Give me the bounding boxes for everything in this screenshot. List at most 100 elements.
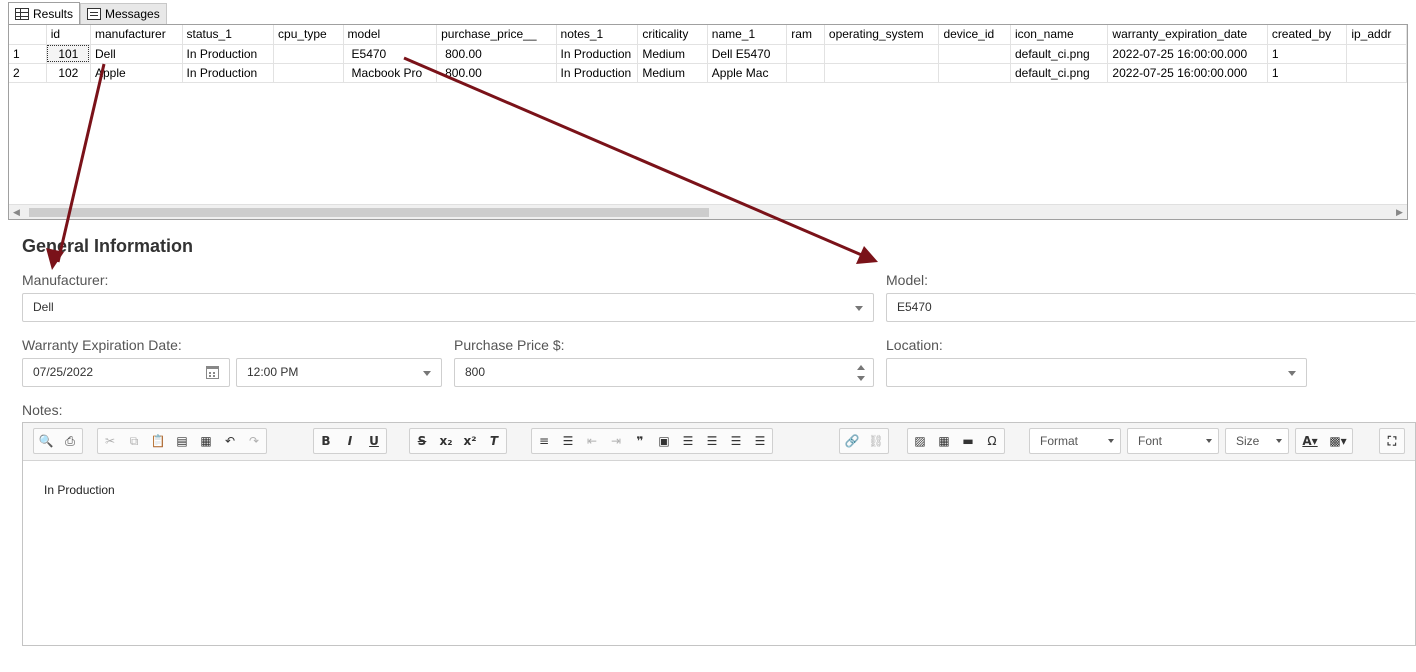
- paste-icon[interactable]: 📋: [146, 429, 170, 453]
- text-color-icon[interactable]: A▾: [1296, 429, 1324, 453]
- table-cell[interactable]: default_ci.png: [1010, 63, 1109, 83]
- column-header-name[interactable]: name_1: [707, 25, 788, 45]
- decrease-indent-icon[interactable]: ⇤: [580, 429, 604, 453]
- numbered-list-icon[interactable]: ≡: [532, 429, 556, 453]
- model-input[interactable]: E5470: [886, 293, 1416, 322]
- special-character-icon[interactable]: Ω: [980, 429, 1004, 453]
- column-header-icon-name[interactable]: icon_name: [1010, 25, 1109, 45]
- background-color-icon[interactable]: ▩▾: [1324, 429, 1352, 453]
- column-header-cpu-type[interactable]: cpu_type: [273, 25, 344, 45]
- column-header-operating-system[interactable]: operating_system: [824, 25, 940, 45]
- paste-text-icon[interactable]: ▤: [170, 429, 194, 453]
- manufacturer-select[interactable]: Dell: [22, 293, 874, 322]
- print-icon[interactable]: ⎙: [58, 429, 82, 453]
- increase-indent-icon[interactable]: ⇥: [604, 429, 628, 453]
- table-cell[interactable]: In Production: [556, 44, 639, 64]
- table-cell[interactable]: 101: [46, 44, 91, 64]
- table-cell[interactable]: Apple Mac: [707, 63, 788, 83]
- table-cell[interactable]: 2022-07-25 16:00:00.000: [1107, 44, 1268, 64]
- table-cell[interactable]: 800.00: [436, 44, 557, 64]
- paste-word-icon[interactable]: ▦: [194, 429, 218, 453]
- table-cell[interactable]: [1346, 63, 1407, 83]
- table-cell[interactable]: [938, 63, 1011, 83]
- purchase-price-input[interactable]: 800: [454, 358, 874, 387]
- column-header[interactable]: [9, 25, 47, 45]
- table-cell[interactable]: In Production: [556, 63, 639, 83]
- copy-icon[interactable]: ⧉: [122, 429, 146, 453]
- image-icon[interactable]: ▨: [908, 429, 932, 453]
- warranty-date-input[interactable]: 07/25/2022: [22, 358, 230, 387]
- scroll-right-icon[interactable]: ▶: [1392, 205, 1407, 219]
- strikethrough-icon[interactable]: S: [410, 429, 434, 453]
- superscript-icon[interactable]: x²: [458, 429, 482, 453]
- table-cell[interactable]: [273, 63, 344, 83]
- table-cell[interactable]: [786, 63, 825, 83]
- table-cell[interactable]: 1: [1267, 44, 1348, 64]
- column-header-criticality[interactable]: criticality: [637, 25, 708, 45]
- column-header-ram[interactable]: ram: [786, 25, 825, 45]
- number-spinner-icon[interactable]: [857, 363, 865, 383]
- row-number[interactable]: 2: [9, 63, 47, 83]
- table-cell[interactable]: E5470: [343, 44, 438, 64]
- column-header-notes[interactable]: notes_1: [556, 25, 639, 45]
- blockquote-icon[interactable]: ❞: [628, 429, 652, 453]
- create-div-icon[interactable]: ▣: [652, 429, 676, 453]
- location-select[interactable]: [886, 358, 1307, 387]
- remove-format-icon[interactable]: T: [482, 429, 506, 453]
- scroll-left-icon[interactable]: ◀: [9, 205, 24, 219]
- table-cell[interactable]: 800.00: [436, 63, 557, 83]
- editor-content[interactable]: In Production: [44, 483, 115, 497]
- undo-icon[interactable]: ↶: [218, 429, 242, 453]
- underline-icon[interactable]: U: [362, 429, 386, 453]
- table-cell[interactable]: [786, 44, 825, 64]
- column-header-device-id[interactable]: device_id: [938, 25, 1011, 45]
- cut-icon[interactable]: ✂: [98, 429, 122, 453]
- row-number[interactable]: 1: [9, 44, 47, 64]
- table-cell[interactable]: Macbook Pro: [343, 63, 438, 83]
- preview-icon[interactable]: 🔍: [34, 429, 58, 453]
- table-row[interactable]: 1 101 Dell In Production E5470 800.00 In…: [9, 44, 1407, 64]
- table-cell[interactable]: Medium: [637, 63, 708, 83]
- column-header-manufacturer[interactable]: manufacturer: [90, 25, 183, 45]
- font-dropdown[interactable]: Font: [1127, 428, 1219, 454]
- notes-editor[interactable]: 🔍 ⎙ ✂ ⧉ 📋 ▤ ▦ ↶ ↷ B I U S x₂ x² T ≡ ☰ ⇤ …: [22, 422, 1416, 646]
- size-dropdown[interactable]: Size: [1225, 428, 1289, 454]
- align-right-icon[interactable]: ☰: [724, 429, 748, 453]
- table-cell[interactable]: 102: [46, 63, 91, 83]
- bold-icon[interactable]: B: [314, 429, 338, 453]
- column-header-model[interactable]: model: [343, 25, 438, 45]
- column-header-warranty-expiration-date[interactable]: warranty_expiration_date: [1107, 25, 1268, 45]
- table-cell[interactable]: 1: [1267, 63, 1348, 83]
- bulleted-list-icon[interactable]: ☰: [556, 429, 580, 453]
- table-cell[interactable]: Medium: [637, 44, 708, 64]
- table-icon[interactable]: ▦: [932, 429, 956, 453]
- column-header-id[interactable]: id: [46, 25, 91, 45]
- warranty-time-select[interactable]: 12:00 PM: [236, 358, 442, 387]
- table-cell[interactable]: default_ci.png: [1010, 44, 1109, 64]
- table-cell[interactable]: [824, 63, 940, 83]
- table-cell[interactable]: [824, 44, 940, 64]
- maximize-icon[interactable]: ⛶: [1380, 429, 1404, 453]
- unlink-icon[interactable]: ⛓: [864, 429, 888, 453]
- align-center-icon[interactable]: ☰: [700, 429, 724, 453]
- horizontal-scrollbar[interactable]: ◀ ▶: [9, 204, 1407, 219]
- table-row[interactable]: 2 102 Apple In Production Macbook Pro 80…: [9, 63, 1407, 83]
- subscript-icon[interactable]: x₂: [434, 429, 458, 453]
- column-header-status[interactable]: status_1: [182, 25, 275, 45]
- format-dropdown[interactable]: Format: [1029, 428, 1121, 454]
- table-cell[interactable]: Dell: [90, 44, 183, 64]
- column-header-created-by[interactable]: created_by: [1267, 25, 1348, 45]
- justify-icon[interactable]: ☰: [748, 429, 772, 453]
- table-cell[interactable]: [273, 44, 344, 64]
- scrollbar-thumb[interactable]: [29, 208, 709, 217]
- link-icon[interactable]: 🔗: [840, 429, 864, 453]
- table-cell[interactable]: [1346, 44, 1407, 64]
- results-grid[interactable]: id manufacturer status_1 cpu_type model …: [8, 24, 1408, 220]
- table-cell[interactable]: 2022-07-25 16:00:00.000: [1107, 63, 1268, 83]
- horizontal-line-icon[interactable]: ▬: [956, 429, 980, 453]
- table-cell[interactable]: Apple: [90, 63, 183, 83]
- align-left-icon[interactable]: ☰: [676, 429, 700, 453]
- tab-results[interactable]: Results: [8, 2, 81, 24]
- redo-icon[interactable]: ↷: [242, 429, 266, 453]
- table-cell[interactable]: Dell E5470: [707, 44, 788, 64]
